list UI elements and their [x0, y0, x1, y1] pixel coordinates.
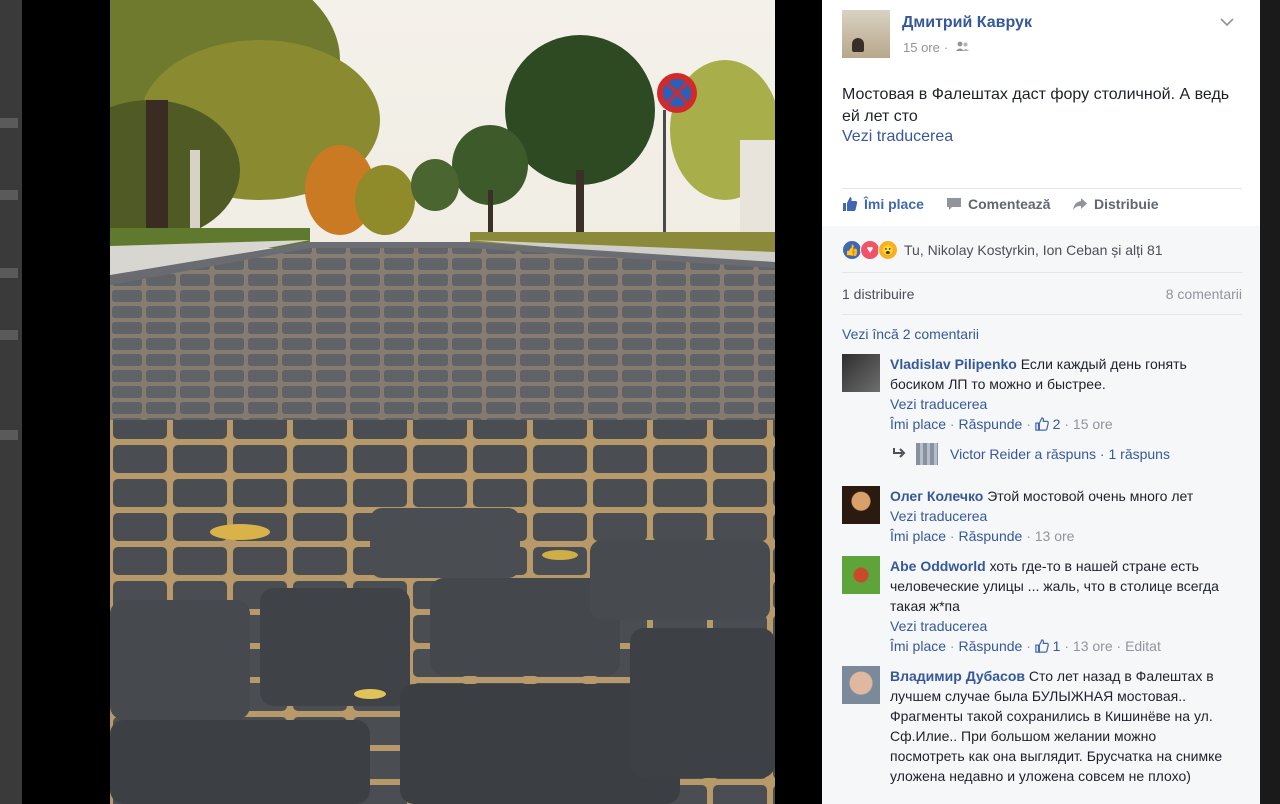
commenter-name[interactable]: Владимир Дубасов	[890, 668, 1025, 684]
commenter-name[interactable]: Олег Колечко	[890, 488, 983, 504]
reactions-summary[interactable]: 👍 ♥ 😮 Tu, Nikolay Kostyrkin, Ion Ceban ș…	[842, 240, 1163, 260]
background-page-strip	[0, 0, 22, 804]
commenter-name[interactable]: Vladislav Pilipenko	[890, 356, 1017, 372]
comment-reply-link[interactable]: Răspunde	[958, 528, 1022, 544]
thumbs-up-icon	[1035, 416, 1053, 432]
wow-reaction-icon: 😮	[878, 240, 898, 260]
divider	[842, 272, 1242, 273]
author-name[interactable]: Дмитрий Каврук	[902, 14, 1032, 32]
see-translation-link[interactable]: Vezi traducerea	[890, 394, 1230, 414]
comment-time[interactable]: 15 ore	[1073, 416, 1113, 432]
post-panel: Дмитрий Каврук 15 ore · Мостовая в Фалешт…	[822, 0, 1260, 804]
shares-count[interactable]: 1 distribuire	[842, 286, 914, 302]
comment-time[interactable]: 13 ore	[1035, 528, 1075, 544]
post-meta: 15 ore ·	[903, 40, 969, 55]
view-more-comments-link[interactable]: Vezi încă 2 comentarii	[842, 326, 979, 342]
reaction-names[interactable]: Tu, Nikolay Kostyrkin, Ion Ceban și alți…	[904, 242, 1163, 258]
comment-like-link[interactable]: Îmi place	[890, 416, 946, 432]
share-label: Distribuie	[1094, 196, 1159, 212]
see-translation-link[interactable]: Vezi traducerea	[842, 128, 953, 146]
comment-label: Comentează	[968, 196, 1051, 212]
post-time[interactable]: 15 ore	[903, 40, 940, 55]
author-avatar[interactable]	[842, 10, 890, 58]
chevron-down-icon[interactable]	[1220, 14, 1234, 30]
reply-arrow-icon	[892, 446, 906, 462]
commenter-avatar[interactable]	[842, 354, 880, 392]
comment-like-link[interactable]: Îmi place	[890, 638, 946, 654]
window-edge	[1260, 0, 1280, 804]
photo-viewer[interactable]	[22, 0, 822, 804]
comment-like-count[interactable]: 2	[1035, 416, 1061, 432]
commenter-avatar[interactable]	[842, 666, 880, 704]
like-button[interactable]: Îmi place	[842, 196, 924, 212]
divider	[842, 188, 1242, 189]
thumbs-up-icon	[842, 196, 858, 212]
see-translation-link[interactable]: Vezi traducerea	[890, 616, 1230, 636]
replies-text[interactable]: Victor Reider a răspuns · 1 răspuns	[950, 446, 1170, 462]
comment-actions: Îmi place · Răspunde · 2 · 15 ore	[890, 416, 1113, 432]
comment-text: Сто лет назад в Фалештах в лучшем случае…	[890, 668, 1223, 784]
share-button[interactable]: Distribuie	[1072, 196, 1159, 212]
thumbs-up-icon	[1035, 638, 1053, 654]
comment-like-count[interactable]: 1	[1035, 638, 1061, 654]
action-bar: Îmi place Comentează Distribuie	[842, 196, 1242, 218]
edited-label[interactable]: Editat	[1125, 638, 1161, 654]
see-translation-link[interactable]: Vezi traducerea	[890, 506, 1230, 526]
divider	[842, 314, 1242, 315]
comment-reply-link[interactable]: Răspunde	[958, 416, 1022, 432]
post-header: Дмитрий Каврук 15 ore ·	[842, 10, 1242, 60]
comment-like-link[interactable]: Îmi place	[890, 528, 946, 544]
commenter-name[interactable]: Abe Oddworld	[890, 558, 986, 574]
like-reaction-icon: 👍	[842, 240, 862, 260]
comment-reply-link[interactable]: Răspunde	[958, 638, 1022, 654]
like-count-value: 1	[1052, 638, 1061, 654]
post-photo[interactable]	[110, 0, 775, 804]
like-count-value: 2	[1052, 416, 1061, 432]
share-icon	[1072, 196, 1088, 212]
love-reaction-icon: ♥	[860, 240, 880, 260]
like-label: Îmi place	[864, 196, 924, 212]
post-text: Мостовая в Фалештах даст фору столичной.…	[842, 86, 1230, 125]
commenter-avatar[interactable]	[842, 556, 880, 594]
friends-icon[interactable]	[952, 40, 969, 55]
comment-actions: Îmi place · Răspunde · 13 ore	[890, 528, 1075, 544]
replies-row[interactable]: Victor Reider a răspuns · 1 răspuns	[892, 440, 1170, 468]
comment-time[interactable]: 13 ore	[1073, 638, 1113, 654]
commenter-avatar[interactable]	[842, 486, 880, 524]
comment-actions: Îmi place · Răspunde · 1 · 13 ore · Edit…	[890, 638, 1161, 654]
comment-text: Этой мостовой очень много лет	[987, 488, 1194, 504]
reply-avatar[interactable]	[916, 443, 938, 465]
comment-icon	[946, 196, 962, 212]
comments-count[interactable]: 8 comentarii	[1166, 286, 1242, 302]
